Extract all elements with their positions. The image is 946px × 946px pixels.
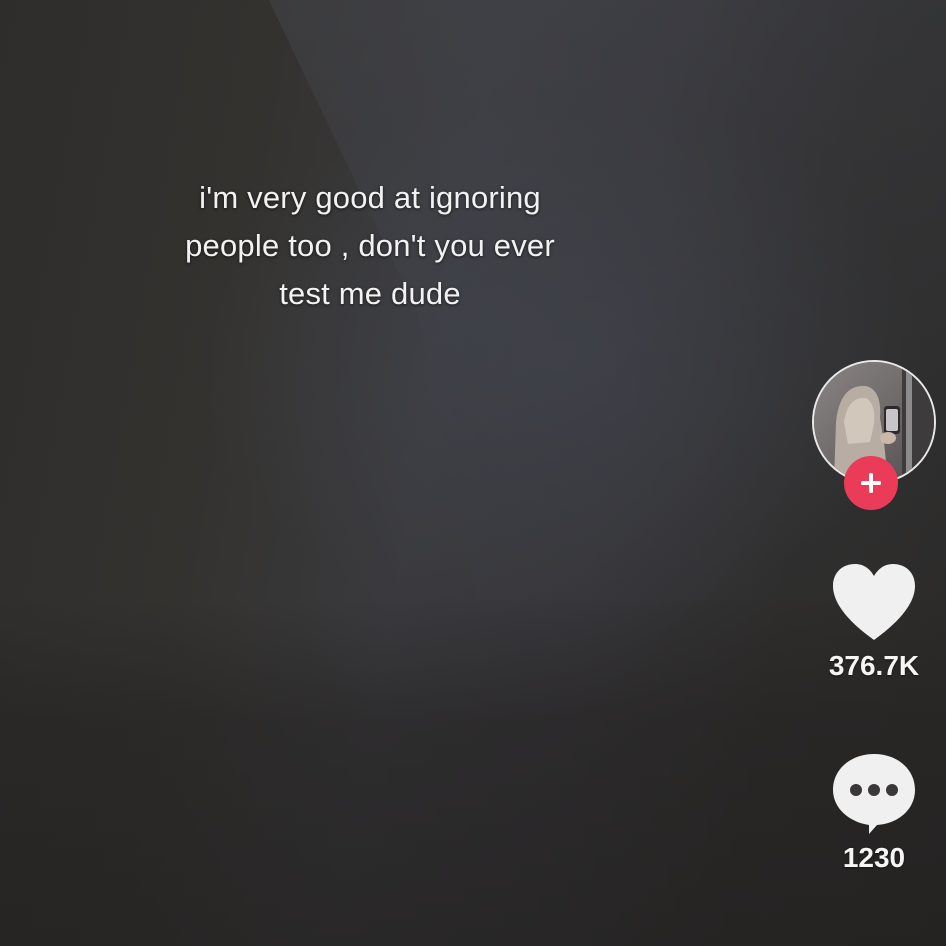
video-background-shadow — [0, 600, 946, 946]
video-feed-screen[interactable]: i'm very good at ignoring people too , d… — [0, 0, 946, 946]
caption-line-3: test me dude — [279, 276, 461, 311]
comment-count: 1230 — [842, 842, 906, 873]
heart-icon[interactable] — [829, 560, 919, 644]
comment-bubble-icon[interactable] — [829, 750, 919, 836]
comment-action[interactable]: 1230 — [812, 750, 936, 874]
like-action[interactable]: 376.7K — [812, 560, 936, 682]
caption-line-2: people too , don't you ever — [185, 228, 555, 263]
caption-line-1: i'm very good at ignoring — [199, 180, 541, 215]
like-count: 376.7K — [828, 650, 920, 681]
follow-button[interactable] — [844, 456, 898, 510]
dot-1 — [850, 784, 862, 796]
plus-icon — [861, 473, 881, 493]
dot-3 — [886, 784, 898, 796]
creator-profile[interactable] — [812, 360, 936, 510]
video-text-overlay: i'm very good at ignoring people too , d… — [120, 174, 620, 318]
dot-2 — [868, 784, 880, 796]
